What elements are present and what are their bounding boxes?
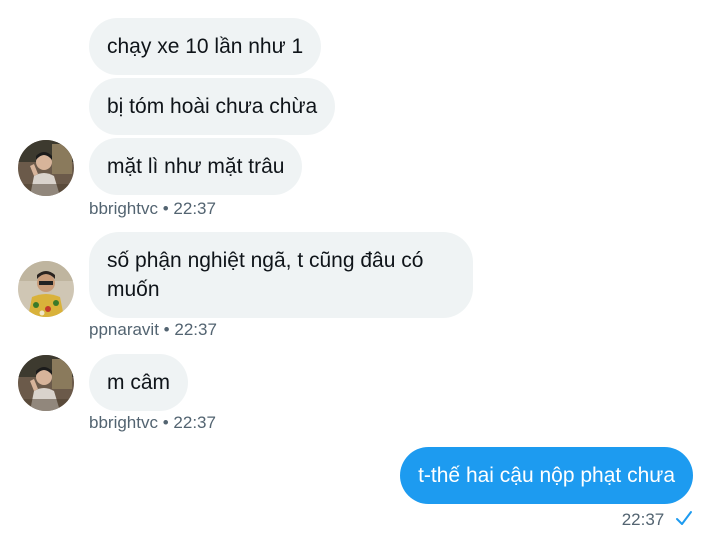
message-bubble-incoming[interactable]: bị tóm hoài chưa chừa: [89, 78, 336, 135]
avatar-image: [18, 261, 74, 317]
message-meta: bbrightvc • 22:37: [89, 199, 216, 219]
message-time: 22:37: [174, 320, 217, 339]
meta-separator: •: [162, 413, 169, 432]
message-bubble-outgoing[interactable]: t-thế hai cậu nộp phạt chưa: [400, 447, 693, 504]
meta-separator: •: [162, 199, 169, 218]
message-bubble-incoming[interactable]: chạy xe 10 lần như 1: [89, 18, 322, 75]
avatar-bbrightvc[interactable]: [18, 140, 74, 196]
message-time: 22:37: [621, 510, 665, 529]
sender-name[interactable]: bbrightvc: [89, 199, 158, 218]
meta-separator: •: [163, 320, 170, 339]
message-bubble-incoming[interactable]: số phận nghiệt ngã, t cũng đâu có muốn: [89, 232, 473, 318]
sender-name[interactable]: ppnaravit: [89, 320, 159, 339]
message-meta-outgoing: 22:37: [622, 510, 693, 531]
message-meta: ppnaravit • 22:37: [89, 320, 217, 340]
avatar-image: [18, 355, 74, 411]
message-meta: bbrightvc • 22:37: [89, 413, 216, 433]
checkmark-icon: [675, 510, 693, 531]
message-bubble-incoming[interactable]: m câm: [89, 354, 188, 411]
avatar-bbrightvc[interactable]: [18, 355, 74, 411]
message-time: 22:37: [173, 199, 216, 218]
message-bubble-incoming[interactable]: mặt lì như mặt trâu: [89, 138, 303, 195]
message-time: 22:37: [173, 413, 216, 432]
avatar-image: [18, 140, 74, 196]
sender-name[interactable]: bbrightvc: [89, 413, 158, 432]
avatar-ppnaravit[interactable]: [18, 261, 74, 317]
